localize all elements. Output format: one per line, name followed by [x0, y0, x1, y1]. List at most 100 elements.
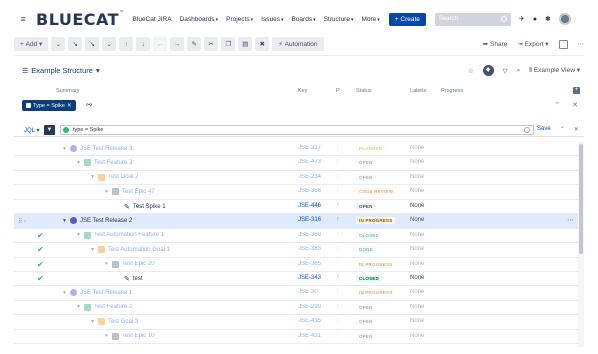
status-badge[interactable]: CODE REVIEW [356, 188, 397, 196]
table-row[interactable]: ✎ Test Spike 1 JSE-446 ↑ OPEN None [14, 200, 584, 215]
structure-selector[interactable]: ☰ Example Structure ▾ [22, 66, 100, 75]
jql-mode-selector[interactable]: JQL ▾ [24, 127, 39, 134]
close-icon[interactable]: ✕ [67, 103, 72, 109]
status-badge[interactable]: OPEN [356, 159, 376, 167]
col-priority[interactable]: P [336, 88, 340, 94]
automation-button[interactable]: ⚡ Automation [272, 37, 324, 51]
cut-icon[interactable]: ✂ [204, 37, 219, 51]
issue-key-link[interactable]: JSE-365 [298, 261, 321, 267]
search-icon[interactable]: ⌕ [517, 67, 521, 75]
table-row[interactable]: ✔ ✎ test JSE-343 ↑ CLOSED None [14, 272, 584, 287]
col-status[interactable]: Status [356, 88, 372, 94]
move-down-icon[interactable]: ↓ [136, 37, 151, 51]
table-row[interactable]: ▼ Test Goal 3 JSE-435 ↑ OPEN None [14, 315, 584, 330]
issue-key-link[interactable]: JSE-290 [298, 304, 321, 310]
col-progress[interactable]: Progress [441, 88, 463, 94]
notifications-icon[interactable]: ✈ [519, 15, 525, 23]
close-icon[interactable]: ✕ [574, 126, 579, 133]
issue-key-link[interactable]: JSE-366 [298, 188, 321, 194]
chevron-down-icon[interactable]: ⌄ [102, 37, 117, 51]
more-options-icon[interactable]: ⋯ [578, 40, 585, 48]
table-row[interactable]: ✔ ▼ Test Automation Feature 1 JSE-360 ↑ CLOSE… [14, 229, 584, 244]
status-badge[interactable]: OPEN [356, 318, 376, 326]
help-icon[interactable]: ● [533, 16, 537, 23]
settings-icon[interactable]: ✱ [545, 15, 551, 23]
share-button[interactable]: ➦ Share [483, 40, 508, 48]
view-selector[interactable]: ⫴ Example View ▾ [529, 66, 580, 75]
edit-icon[interactable]: ✎ [187, 37, 202, 51]
close-icon[interactable]: ✕ [572, 101, 578, 109]
menu-icon[interactable]: ≡ [14, 14, 32, 24]
drag-handle-icon[interactable]: ⠿ ◦ [18, 218, 26, 225]
expand-toggle-icon[interactable]: ▼ [90, 174, 95, 180]
add-transformation-icon[interactable]: ⚯ [86, 101, 92, 109]
logo[interactable]: BLUECAT™ [36, 10, 125, 29]
summary-link[interactable]: Test Spike 1 [133, 204, 166, 210]
status-badge[interactable]: CLOSED [356, 274, 382, 282]
col-summary[interactable]: Summary [56, 88, 80, 94]
status-badge[interactable]: IN PROGRESS [356, 260, 396, 268]
summary-link[interactable]: Test Feature 2 [94, 304, 132, 310]
issue-key-link[interactable]: JSE-30 [298, 289, 318, 295]
create-button[interactable]: + Create [388, 12, 426, 26]
table-row[interactable]: ▼ Test Goal 2 JSE-234 ↑ OPEN None [14, 171, 584, 186]
jql-input[interactable]: type = Spike [60, 125, 534, 135]
issue-key-link[interactable]: JSE-435 [298, 318, 321, 324]
issue-key-link[interactable]: JSE-473 [298, 159, 321, 165]
delete-icon[interactable]: ✖ [255, 37, 270, 51]
issue-key-link[interactable]: JSE-360 [298, 232, 321, 238]
issue-key-link[interactable]: JSE-317 [298, 145, 321, 151]
status-badge[interactable]: OPEN [356, 332, 376, 340]
layers-icon[interactable]: ◆ [482, 65, 494, 76]
save-filter-button[interactable]: Save [537, 126, 551, 133]
table-row[interactable]: ✔ ▼ Test Epic 20 JSE-365 ↑ IN PROGRESS None [14, 258, 584, 272]
expand-toggle-icon[interactable]: ▼ [62, 218, 67, 224]
status-badge[interactable]: CLOSED [356, 231, 382, 239]
expand-toggle-icon[interactable]: ▼ [104, 333, 109, 339]
table-row[interactable]: ▼ Test Epic 47 JSE-366 ↑ CODE REVIEW None [14, 185, 584, 200]
add-button[interactable]: + Add ▾ [14, 37, 49, 51]
collapse-icon[interactable]: ⌃ [554, 101, 560, 109]
status-badge[interactable]: DONE [356, 246, 376, 254]
table-row[interactable]: ▼ JSE Test Release 1 JSE-30 ↑ IN PROGRESS Non… [14, 286, 584, 301]
collapse-icon[interactable]: ⌃ [560, 126, 565, 133]
outdent-icon[interactable]: ↘ [85, 37, 100, 51]
nav-boards[interactable]: Boards▾ [291, 16, 315, 23]
table-row[interactable]: ✔ ▼ Test Automation Goal 1 JSE-383 ↑ DONE None [14, 243, 584, 258]
nav-projects[interactable]: Projects▾ [226, 16, 253, 23]
issue-key-link[interactable]: JSE-316 [298, 217, 321, 223]
table-row[interactable]: ▼ Test Feature 3 JSE-473 ↑ OPEN None [14, 156, 584, 171]
move-left-icon[interactable]: ← [153, 37, 168, 51]
status-badge[interactable]: PLANNED [356, 145, 386, 152]
scrollbar-thumb[interactable] [579, 144, 583, 254]
summary-link[interactable]: Test Automation Goal 1 [108, 247, 170, 253]
summary-link[interactable]: JSE Test Release 1 [80, 290, 132, 296]
table-row[interactable]: ▼ Test Feature 2 JSE-290 ↑ OPEN None [14, 301, 584, 316]
status-badge[interactable]: IN PROGRESS [356, 217, 396, 225]
nav-more[interactable]: More▾ [361, 16, 379, 23]
issue-key-link[interactable]: JSE-343 [298, 275, 321, 281]
expand-toggle-icon[interactable]: ▼ [104, 189, 109, 195]
col-key[interactable]: Key [298, 88, 307, 94]
summary-link[interactable]: Test Goal 2 [108, 174, 138, 180]
summary-link[interactable]: Test Epic 20 [122, 261, 155, 267]
expand-toggle-icon[interactable]: ▼ [104, 261, 109, 267]
fullscreen-icon[interactable] [558, 39, 568, 49]
move-right-icon[interactable]: → [170, 37, 185, 51]
nav-structure[interactable]: Structure▾ [324, 16, 354, 23]
col-labels[interactable]: Labels [410, 88, 426, 94]
status-badge[interactable]: IN PROGRESS [356, 289, 396, 297]
nav-issues[interactable]: Issues▾ [261, 16, 283, 23]
summary-link[interactable]: Test Feature 3 [94, 160, 132, 166]
expand-toggle-icon[interactable]: ▼ [90, 247, 95, 253]
summary-link[interactable]: JSE Test Release 3 [80, 146, 132, 152]
expand-toggle-icon[interactable]: ▼ [62, 146, 67, 152]
issue-key-link[interactable]: JSE-234 [298, 174, 321, 180]
table-row[interactable]: ⠿ ◦ ▼ JSE Test Release 2 JSE-316 ↑ IN PROGRES… [14, 214, 584, 229]
summary-link[interactable]: Test Automation Feature 1 [94, 232, 164, 238]
nav-dashboards[interactable]: Dashboards▾ [180, 16, 219, 23]
clear-icon[interactable] [524, 127, 530, 133]
status-badge[interactable]: OPEN [356, 303, 376, 311]
filter-icon[interactable]: ▽ [503, 67, 508, 75]
summary-link[interactable]: Test Epic 10 [122, 333, 155, 339]
